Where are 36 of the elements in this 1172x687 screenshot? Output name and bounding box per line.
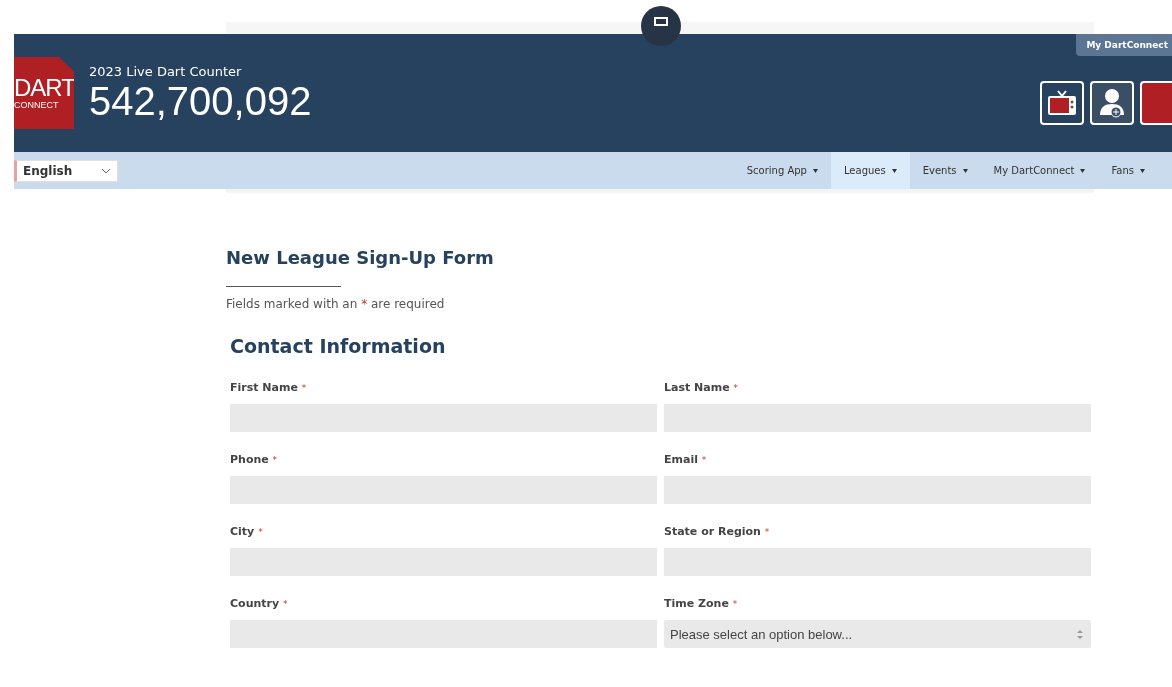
field-label: Time Zone *: [664, 597, 739, 610]
account-tab[interactable]: My DartConnect: [1076, 34, 1172, 56]
chevron-icon: [101, 167, 111, 174]
user-add-icon: [1098, 87, 1126, 119]
field-label: Email *: [664, 453, 708, 466]
tv-button[interactable]: [1040, 81, 1084, 125]
sort-arrows-icon: [1077, 629, 1083, 639]
caret-icon: [1080, 168, 1086, 173]
field-label: Phone *: [230, 453, 279, 466]
tv-icon: [1047, 90, 1077, 116]
required-note: Fields marked with an * are required: [226, 297, 446, 311]
nav-item[interactable]: Scoring App: [733, 152, 831, 189]
add-user-button[interactable]: [1090, 81, 1134, 125]
logo[interactable]: DART CONNECT: [14, 57, 74, 129]
field-label: Last Name *: [664, 381, 739, 394]
caret-icon: [891, 168, 897, 173]
repeat-icon: [654, 16, 668, 26]
field-label: State or Region *: [664, 525, 771, 538]
caret-icon: [962, 168, 968, 173]
nav-item[interactable]: Events: [909, 152, 981, 189]
nav-item[interactable]: My DartConnect: [980, 152, 1099, 189]
counter-caption: 2023 Live Dart Counter: [89, 63, 243, 79]
caret-icon: [1140, 168, 1145, 173]
menu-button[interactable]: [1140, 81, 1172, 125]
nav-item[interactable]: Fans: [1098, 152, 1158, 189]
language-select[interactable]: English: [14, 159, 118, 182]
field-label: Country *: [230, 597, 289, 610]
field-label: First Name *: [230, 381, 308, 394]
counter-value: 542,700,092: [89, 78, 312, 123]
caret-icon: [812, 168, 818, 173]
toggle-button[interactable]: [641, 6, 681, 46]
form-title: New League Sign-Up Form: [226, 247, 495, 268]
section-heading: Contact Information: [230, 335, 447, 357]
nav-item[interactable]: Leagues: [830, 152, 910, 189]
select-field[interactable]: Please select an option below...: [664, 620, 1091, 648]
field-label: City *: [230, 525, 264, 538]
